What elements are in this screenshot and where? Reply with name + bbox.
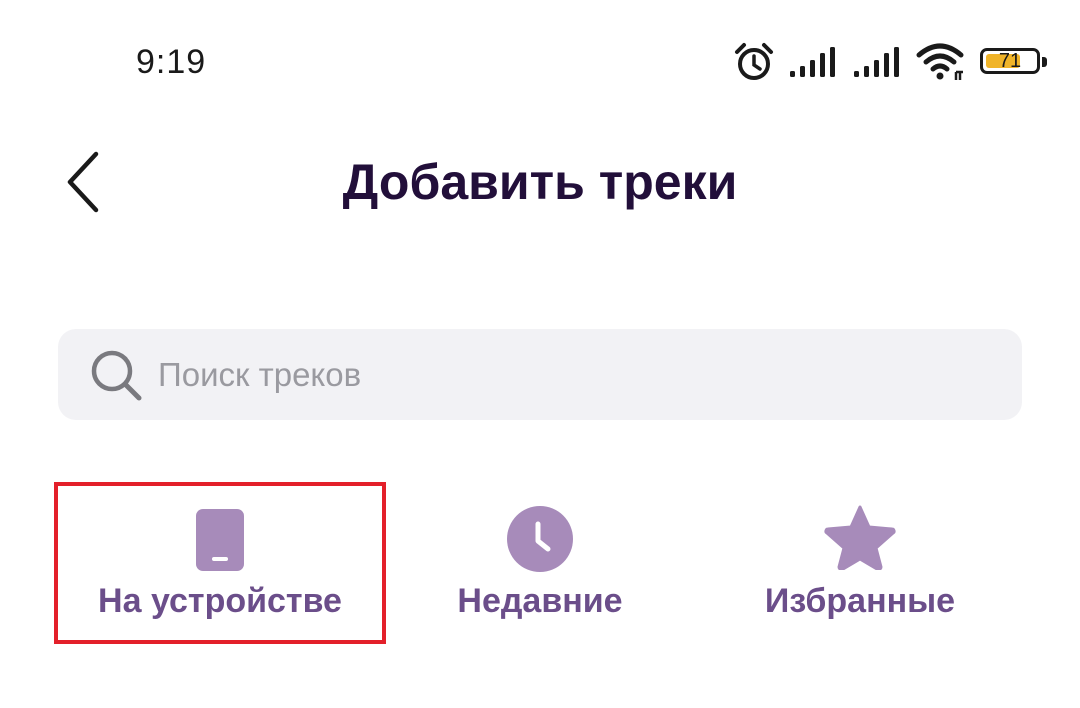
status-icons: 71	[732, 38, 1050, 86]
signal-icon	[788, 45, 840, 79]
tab-favorites[interactable]: Избранные	[730, 482, 990, 644]
tab-recent-label: Недавние	[457, 582, 623, 620]
status-time: 9:19	[136, 43, 207, 81]
wifi-icon	[916, 42, 968, 82]
search-icon	[91, 350, 142, 400]
battery-icon: 71	[980, 46, 1050, 78]
device-icon	[196, 509, 244, 571]
signal-icon	[852, 45, 904, 79]
battery-level-text: 71	[998, 50, 1022, 72]
tab-on-device-label: На устройстве	[98, 582, 342, 620]
tab-recent[interactable]: Недавние	[410, 482, 670, 644]
tab-on-device[interactable]: На устройстве	[54, 482, 386, 644]
page-title: Добавить треки	[342, 154, 738, 210]
star-icon	[824, 505, 896, 570]
search-input[interactable]	[158, 344, 978, 405]
clock-icon	[507, 506, 573, 572]
search-box[interactable]	[58, 329, 1022, 420]
tab-favorites-label: Избранные	[764, 582, 956, 620]
alarm-icon	[732, 40, 776, 84]
